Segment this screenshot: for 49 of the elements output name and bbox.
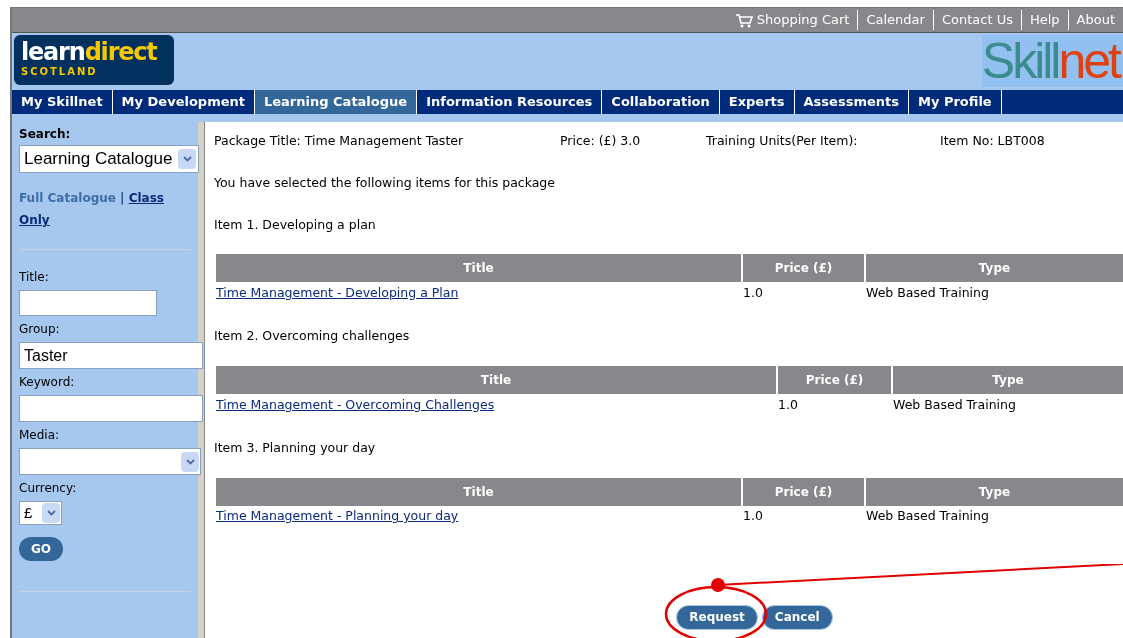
column-header: Type — [893, 366, 1123, 394]
table-cell: Web Based Training — [893, 396, 1016, 412]
table-cell: Web Based Training — [866, 284, 989, 300]
training-units: Training Units(Per Item): — [706, 132, 859, 150]
skillnet-logo: Skillnet — [981, 35, 1123, 87]
column-header: Title — [216, 366, 776, 394]
intro-text: You have selected the following items for this package — [214, 173, 556, 192]
table-cell: Web Based Training — [866, 508, 989, 524]
column-header: Price (£) — [743, 254, 864, 283]
item-heading: Item 3. Planning your day — [214, 439, 377, 457]
field-label: Keyword: — [19, 374, 76, 391]
currency-select[interactable]: £ — [19, 501, 62, 525]
item-heading: Item 2. Overcoming challenges — [214, 327, 411, 346]
shopping-cart-link[interactable]: Shopping Cart — [726, 10, 858, 30]
link-separator: | — [119, 191, 126, 205]
column-header: Type — [866, 254, 1123, 283]
item-heading: Item 1. Developing a plan — [214, 215, 377, 234]
column-header: Title — [216, 254, 741, 283]
package-title: Package Title: Time Management Taster — [214, 132, 465, 150]
top-link[interactable]: Contact Us — [932, 10, 1021, 30]
course-link[interactable]: Time Management - Developing a Plan — [216, 284, 459, 300]
go-button[interactable]: GO — [19, 537, 63, 561]
item-number: Item No: LBT008 — [940, 132, 1045, 150]
class-only-link[interactable]: Only — [19, 213, 50, 227]
field-label: Group: — [19, 321, 61, 338]
top-link[interactable]: Help — [1020, 10, 1068, 30]
course-link[interactable]: Time Management - Planning your day — [216, 508, 459, 524]
cancel-button[interactable]: Cancel — [761, 604, 833, 630]
class-only-link[interactable]: Class — [128, 191, 164, 205]
top-link[interactable]: About — [1067, 10, 1123, 30]
text-field[interactable]: Taster — [19, 342, 203, 369]
field-label: Title: — [19, 269, 50, 286]
field-label: Currency: — [19, 480, 78, 497]
nav-tab[interactable]: Learning Catalogue — [255, 90, 418, 114]
course-link[interactable]: Time Management - Overcoming Challenges — [216, 396, 495, 412]
search-label: Search: — [19, 126, 72, 143]
column-header: Price (£) — [778, 366, 891, 394]
top-link[interactable]: Calendar — [857, 10, 933, 30]
column-header: Title — [216, 477, 741, 506]
request-button[interactable]: Request — [676, 604, 758, 630]
table-cell: 1.0 — [743, 508, 763, 524]
column-header: Price (£) — [743, 477, 864, 506]
package-price: Price: (£) 3.0 — [560, 132, 642, 150]
table-cell: 1.0 — [743, 284, 763, 300]
table-cell: 1.0 — [778, 396, 798, 412]
learndirect-logo: learndirect SCOTLAND — [14, 35, 174, 85]
field-label: Media: — [19, 427, 61, 444]
search-select[interactable]: Learning Catalogue — [19, 145, 199, 173]
column-header: Type — [866, 477, 1123, 506]
